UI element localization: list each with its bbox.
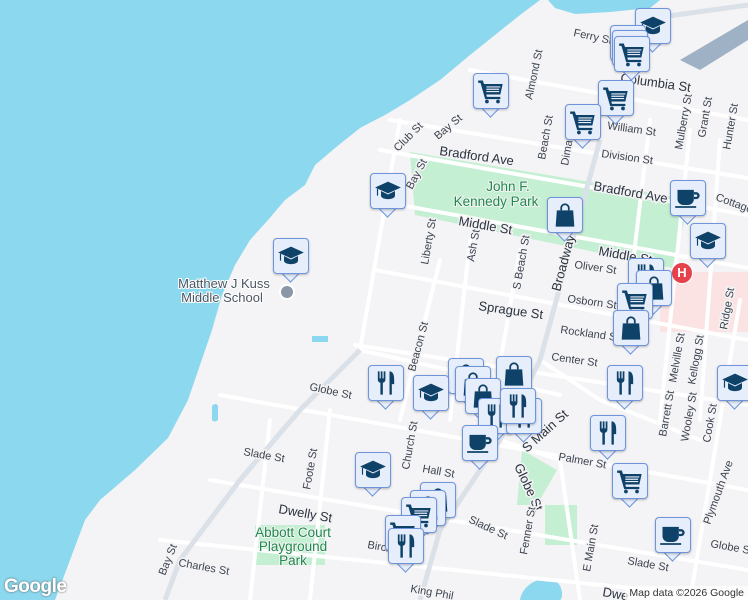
shopping-cart-marker[interactable] <box>614 36 650 81</box>
marker-box <box>355 452 391 488</box>
marker-box <box>370 173 406 209</box>
marker-box <box>413 375 449 411</box>
park-label: Park <box>279 553 307 568</box>
marker-box <box>612 463 648 499</box>
education-icon <box>359 456 387 484</box>
education-marker[interactable] <box>690 223 726 268</box>
shopping-cart-icon <box>602 84 630 112</box>
cafe-marker[interactable] <box>670 180 706 225</box>
shopping-cart-marker[interactable] <box>612 463 648 508</box>
restaurant-marker[interactable] <box>590 415 626 460</box>
shopping-bag-icon <box>551 201 579 229</box>
map-attribution[interactable]: Map data ©2026 Google <box>625 586 748 600</box>
restaurant-marker[interactable] <box>388 528 424 573</box>
marker-box <box>670 180 706 216</box>
marker-box <box>388 528 424 564</box>
education-marker[interactable] <box>273 238 309 283</box>
cafe-icon <box>674 184 702 212</box>
google-logo: Google <box>4 576 67 597</box>
school-label: Matthew J Kuss <box>178 276 270 291</box>
shopping-cart-icon <box>477 77 505 105</box>
cafe-icon <box>466 429 494 457</box>
marker-box <box>614 36 650 72</box>
park-label: Playground <box>259 539 327 554</box>
shopping-cart-marker[interactable] <box>598 80 634 125</box>
shopping-cart-marker[interactable] <box>565 104 601 149</box>
restaurant-icon <box>504 392 532 420</box>
restaurant-icon <box>594 419 622 447</box>
education-icon <box>417 379 445 407</box>
marker-box <box>613 310 649 346</box>
education-marker[interactable] <box>413 375 449 420</box>
shopping-cart-icon <box>618 40 646 68</box>
education-icon <box>694 227 722 255</box>
restaurant-icon <box>611 369 639 397</box>
education-marker[interactable] <box>370 173 406 218</box>
marker-box <box>547 197 583 233</box>
cafe-marker[interactable] <box>655 517 691 562</box>
education-icon <box>374 177 402 205</box>
shopping-bag-icon <box>617 314 645 342</box>
shopping-cart-marker[interactable] <box>473 73 509 118</box>
marker-box <box>717 365 748 401</box>
restaurant-marker[interactable] <box>607 365 643 410</box>
marker-box <box>473 73 509 109</box>
education-icon <box>277 242 305 270</box>
education-marker[interactable] <box>717 365 748 410</box>
shopping-bag-marker[interactable] <box>613 310 649 355</box>
marker-box <box>590 415 626 451</box>
restaurant-icon <box>372 369 400 397</box>
park-label: Kennedy Park <box>454 194 539 209</box>
school-poi-icon[interactable] <box>279 284 295 300</box>
marker-box <box>655 517 691 553</box>
marker-box <box>598 80 634 116</box>
marker-box <box>565 104 601 140</box>
marker-box <box>462 425 498 461</box>
restaurant-icon <box>392 532 420 560</box>
marker-box <box>690 223 726 259</box>
education-marker[interactable] <box>355 452 391 497</box>
restaurant-marker[interactable] <box>368 365 404 410</box>
cafe-icon <box>659 521 687 549</box>
shopping-cart-icon <box>569 108 597 136</box>
water-pond2 <box>312 336 328 342</box>
education-icon <box>721 369 748 397</box>
shopping-cart-icon <box>616 467 644 495</box>
cafe-marker[interactable] <box>462 425 498 470</box>
shopping-bag-marker[interactable] <box>547 197 583 242</box>
school-label: Middle School <box>181 290 263 305</box>
marker-box <box>368 365 404 401</box>
shopping-bag-icon <box>500 360 528 388</box>
park-label: Abbott Court <box>255 525 331 540</box>
water-pond3 <box>212 404 218 422</box>
marker-box <box>273 238 309 274</box>
marker-box <box>500 388 536 424</box>
park-label: John F. <box>486 179 530 194</box>
marker-box <box>496 356 532 392</box>
marker-box <box>607 365 643 401</box>
